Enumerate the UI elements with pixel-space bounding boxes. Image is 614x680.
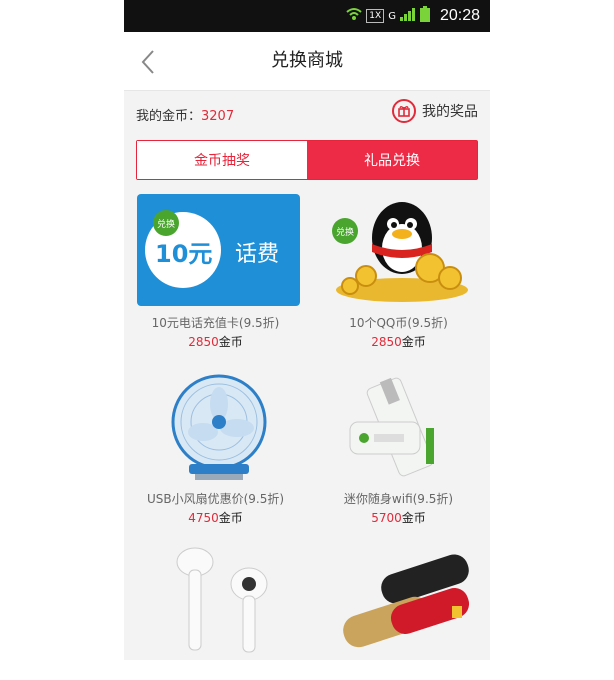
tab-coin-lottery[interactable]: 金币抽奖: [137, 141, 307, 179]
product-name: USB小风扇优惠价(9.5折): [146, 492, 285, 506]
data-box-icon: 1X: [366, 9, 385, 23]
tab-gift-exchange[interactable]: 礼品兑换: [307, 141, 477, 179]
header-bar: 兑换商城: [124, 32, 490, 91]
my-prizes-label: 我的奖品: [422, 104, 478, 120]
product-name: 迷你随身wifi(9.5折): [343, 492, 454, 506]
card-amount: 10元: [155, 240, 213, 268]
usb-fan-image: [137, 370, 300, 482]
gift-icon: [392, 99, 416, 123]
phone-screen: 1X G 20:28 兑换商城 我的金币：3207 我的奖品 金币抽奖 礼品兑换: [124, 0, 490, 660]
earphones-image: [137, 544, 300, 656]
phone-card-image: 兑换 10元 话费: [137, 194, 300, 306]
qq-penguin-coins-image: 兑换: [320, 194, 483, 306]
coin-balance: 我的金币：3207: [136, 105, 234, 124]
wifi-icon: [346, 7, 362, 25]
card-text: 话费: [235, 242, 280, 267]
product-name: 10元电话充值卡(9.5折): [151, 316, 280, 330]
my-prizes-link[interactable]: 我的奖品: [392, 99, 478, 123]
page-title: 兑换商城: [271, 50, 343, 71]
product-price: 2850金币: [371, 335, 426, 349]
coin-balance-label: 我的金币：: [136, 109, 202, 124]
coins-row: 我的金币：3207 我的奖品: [124, 91, 490, 139]
exchange-badge: 兑换: [153, 210, 179, 236]
product-price: 4750金币: [188, 511, 243, 525]
signal-icon: [399, 7, 416, 25]
product-name: 10个QQ币(9.5折): [349, 316, 448, 330]
clock: 20:28: [439, 7, 480, 24]
power-banks-image: [320, 544, 483, 656]
tab-bar: 金币抽奖 礼品兑换: [136, 140, 478, 180]
mini-wifi-image: [320, 370, 483, 482]
product-price: 2850金币: [188, 335, 243, 349]
exchange-badge: 兑换: [332, 218, 358, 244]
battery-icon: [419, 6, 430, 26]
product-price: 5700金币: [371, 511, 426, 525]
status-bar: 1X G 20:28: [124, 0, 490, 32]
network-type: G: [388, 10, 396, 22]
coin-balance-value: 3207: [201, 109, 235, 124]
